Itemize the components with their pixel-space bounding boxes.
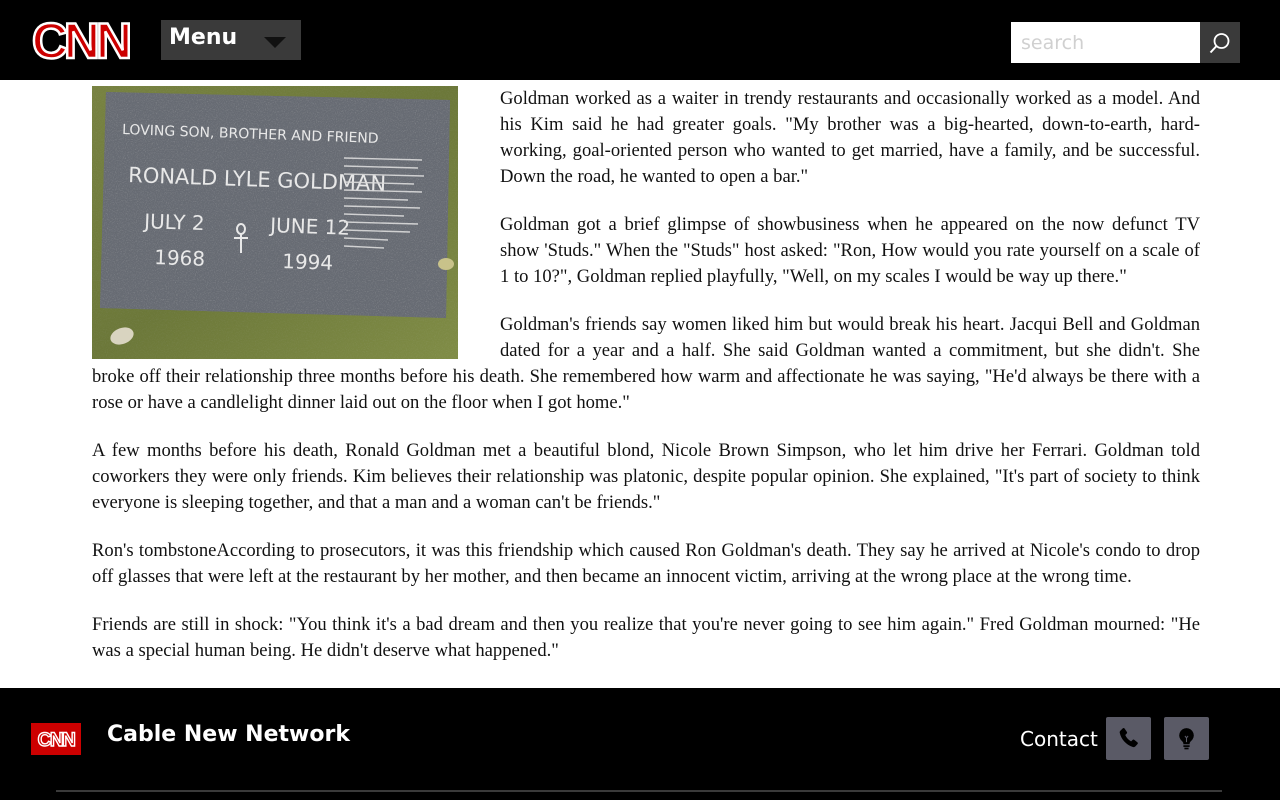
article-paragraph: Friends are still in shock: "You think i… <box>92 614 1200 661</box>
header: CNN Menu <box>0 0 1280 80</box>
menu-button[interactable]: Menu <box>161 20 301 60</box>
caret-down-icon <box>264 37 286 48</box>
footer-title: Cable New Network <box>107 722 350 747</box>
article: LOVING SON, BROTHER AND FRIEND RONALD LY… <box>92 86 1200 690</box>
cnn-logo[interactable]: CNN <box>26 14 134 66</box>
idea-button[interactable] <box>1164 717 1209 760</box>
contact-label: Contact <box>1020 727 1098 751</box>
phone-button[interactable] <box>1106 717 1151 760</box>
footer-divider <box>56 790 1222 792</box>
article-paragraph: A few months before his death, Ronald Go… <box>92 440 1200 513</box>
tombstone-image: LOVING SON, BROTHER AND FRIEND RONALD LY… <box>92 86 458 359</box>
search-input[interactable] <box>1011 22 1200 63</box>
footer-logo-text: CNN <box>38 730 75 751</box>
tombstone-photo: LOVING SON, BROTHER AND FRIEND RONALD LY… <box>92 86 458 359</box>
phone-icon <box>1119 728 1138 748</box>
death-year: 1994 <box>282 249 334 275</box>
lightbulb-icon <box>1179 728 1194 750</box>
search-button[interactable] <box>1200 22 1240 63</box>
menu-label: Menu <box>169 25 238 50</box>
logo-text: CNN <box>32 14 129 66</box>
article-paragraph: Ron's tombstoneAccording to prosecutors,… <box>92 540 1200 587</box>
death-date: JUNE 12 <box>268 213 351 240</box>
footer-cnn-logo[interactable]: CNN <box>31 723 81 755</box>
birth-date: JULY 2 <box>142 209 205 235</box>
search-icon <box>1209 33 1230 54</box>
birth-year: 1968 <box>154 245 206 271</box>
